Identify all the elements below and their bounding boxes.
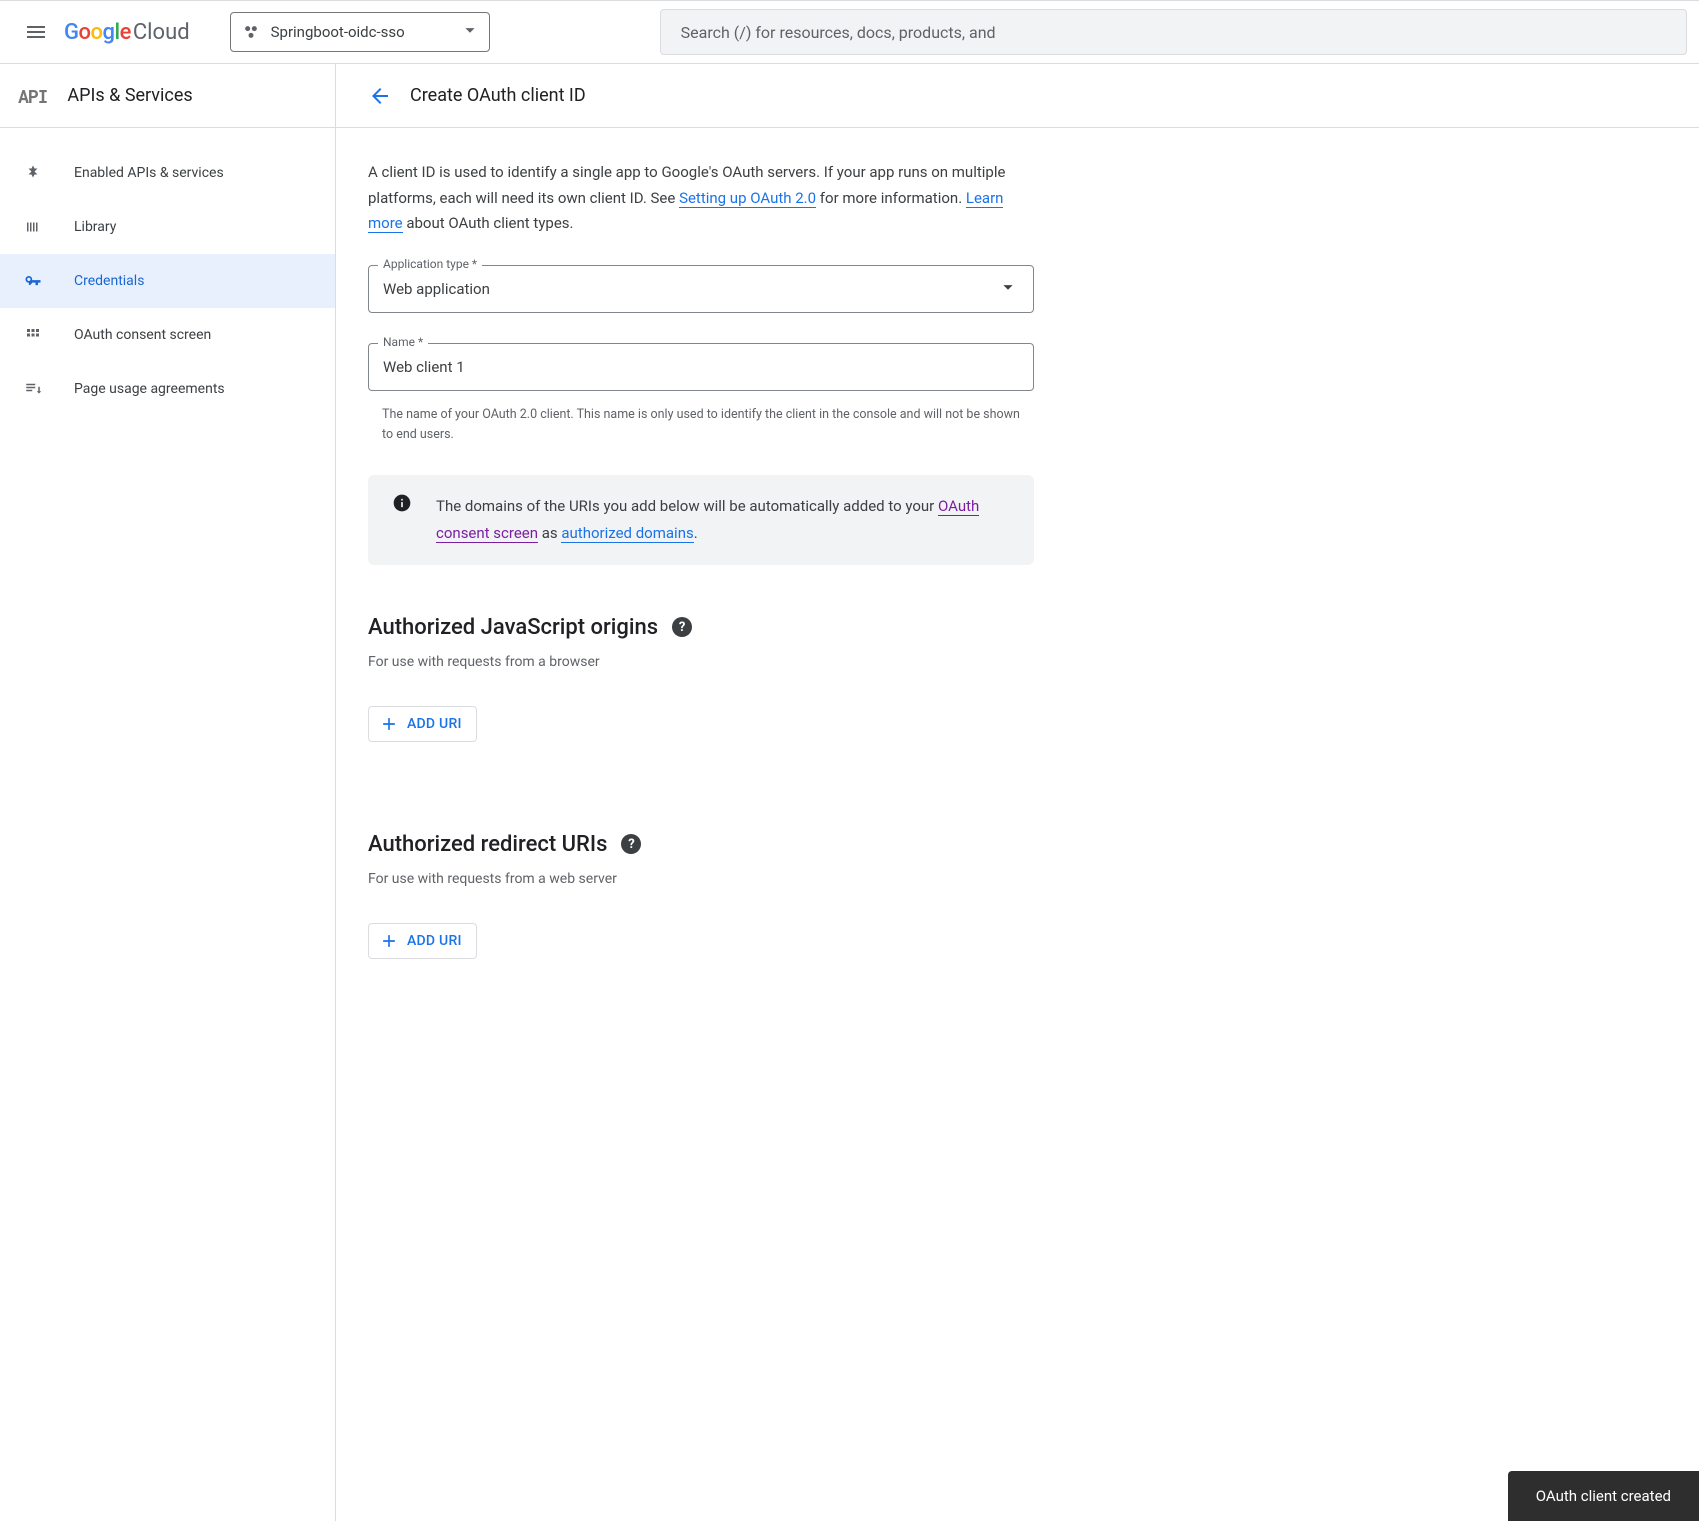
sidebar-item-label: Credentials bbox=[74, 273, 144, 289]
name-field: Name * Web client 1 bbox=[368, 343, 1034, 391]
js-origins-subtitle: For use with requests from a browser bbox=[368, 654, 1034, 670]
sidebar-item-consent-screen[interactable]: OAuth consent screen bbox=[0, 308, 335, 362]
consent-screen-icon bbox=[22, 324, 44, 346]
sidebar-item-page-usage[interactable]: Page usage agreements bbox=[0, 362, 335, 416]
application-type-select[interactable]: Web application bbox=[368, 265, 1034, 313]
section-header: API APIs & Services bbox=[0, 64, 336, 127]
application-type-value: Web application bbox=[383, 280, 490, 298]
library-icon bbox=[22, 216, 44, 238]
sub-header: API APIs & Services Create OAuth client … bbox=[0, 64, 1699, 128]
name-input[interactable]: Web client 1 bbox=[368, 343, 1034, 391]
plus-icon bbox=[379, 931, 399, 951]
main-layout: Enabled APIs & services Library Credenti… bbox=[0, 128, 1699, 1521]
help-icon[interactable]: ? bbox=[672, 617, 692, 637]
dropdown-caret-icon bbox=[459, 19, 481, 45]
sidebar: Enabled APIs & services Library Credenti… bbox=[0, 128, 336, 1521]
plus-icon bbox=[379, 714, 399, 734]
sidebar-item-label: OAuth consent screen bbox=[74, 327, 211, 343]
main-content: A client ID is used to identify a single… bbox=[336, 128, 1066, 1521]
add-uri-label: ADD URI bbox=[407, 933, 462, 949]
sidebar-item-enabled-apis[interactable]: Enabled APIs & services bbox=[0, 146, 335, 200]
search-container: Search (/) for resources, docs, products… bbox=[660, 9, 1687, 55]
top-bar: Google Cloud Springboot-oidc-sso Search … bbox=[0, 0, 1699, 64]
page-title: Create OAuth client ID bbox=[410, 85, 586, 106]
sidebar-item-label: Library bbox=[74, 219, 116, 235]
name-help-text: The name of your OAuth 2.0 client. This … bbox=[368, 399, 1034, 445]
setup-oauth-link[interactable]: Setting up OAuth 2.0 bbox=[679, 189, 816, 208]
add-redirect-uri-button[interactable]: ADD URI bbox=[368, 923, 477, 959]
name-value: Web client 1 bbox=[383, 358, 465, 376]
cloud-text: Cloud bbox=[133, 20, 190, 45]
toast-notification: OAuth client created bbox=[1508, 1471, 1699, 1521]
authorized-domains-link[interactable]: authorized domains bbox=[561, 524, 693, 543]
back-button[interactable] bbox=[356, 72, 404, 120]
key-icon bbox=[22, 270, 44, 292]
project-name: Springboot-oidc-sso bbox=[271, 23, 453, 41]
sidebar-item-label: Page usage agreements bbox=[74, 381, 225, 397]
page-usage-icon bbox=[22, 378, 44, 400]
info-icon bbox=[392, 493, 412, 517]
menu-button[interactable] bbox=[12, 8, 60, 56]
project-icon bbox=[241, 22, 261, 42]
sidebar-item-label: Enabled APIs & services bbox=[74, 165, 224, 181]
redirect-uris-subtitle: For use with requests from a web server bbox=[368, 871, 1034, 887]
hamburger-icon bbox=[24, 20, 48, 44]
redirect-uris-title: Authorized redirect URIs bbox=[368, 832, 607, 857]
info-banner: The domains of the URIs you add below wi… bbox=[368, 475, 1034, 565]
arrow-left-icon bbox=[368, 84, 392, 108]
js-origins-header: Authorized JavaScript origins ? bbox=[368, 615, 1034, 640]
page-header: Create OAuth client ID bbox=[336, 64, 586, 127]
help-icon[interactable]: ? bbox=[621, 834, 641, 854]
application-type-field: Application type * Web application bbox=[368, 265, 1034, 313]
add-js-origin-button[interactable]: ADD URI bbox=[368, 706, 477, 742]
info-text: The domains of the URIs you add below wi… bbox=[436, 493, 1010, 547]
project-picker[interactable]: Springboot-oidc-sso bbox=[230, 12, 490, 52]
api-icon: API bbox=[18, 84, 47, 108]
add-uri-label: ADD URI bbox=[407, 716, 462, 732]
section-title: APIs & Services bbox=[67, 85, 192, 106]
name-label: Name * bbox=[378, 335, 428, 349]
search-placeholder: Search (/) for resources, docs, products… bbox=[681, 23, 996, 42]
toast-message: OAuth client created bbox=[1536, 1487, 1671, 1505]
google-logo-text: Google bbox=[64, 20, 131, 45]
sidebar-item-library[interactable]: Library bbox=[0, 200, 335, 254]
google-cloud-logo[interactable]: Google Cloud bbox=[64, 20, 190, 45]
sidebar-item-credentials[interactable]: Credentials bbox=[0, 254, 335, 308]
application-type-label: Application type * bbox=[378, 257, 482, 271]
js-origins-title: Authorized JavaScript origins bbox=[368, 615, 658, 640]
redirect-uris-header: Authorized redirect URIs ? bbox=[368, 832, 1034, 857]
search-input[interactable]: Search (/) for resources, docs, products… bbox=[660, 9, 1687, 55]
enabled-apis-icon bbox=[22, 162, 44, 184]
dropdown-caret-icon bbox=[997, 276, 1019, 302]
intro-text: A client ID is used to identify a single… bbox=[368, 160, 1034, 237]
